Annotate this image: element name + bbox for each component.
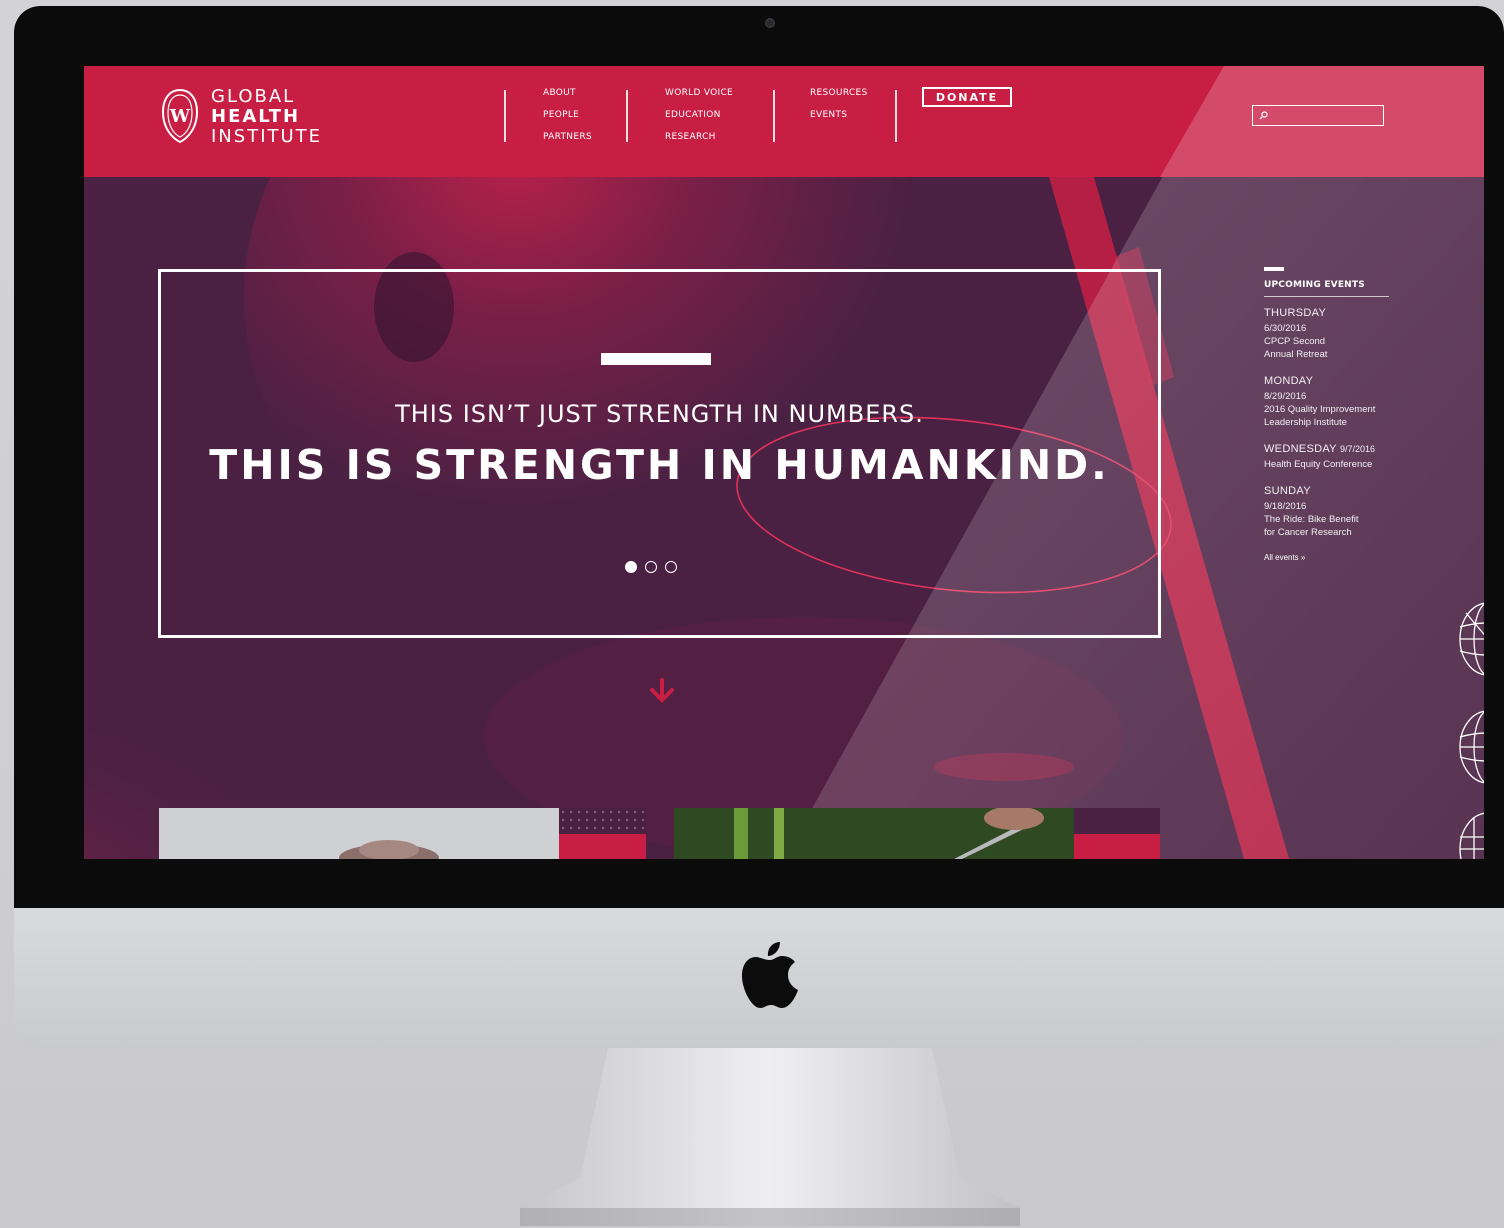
event-day: WEDNESDAY bbox=[1264, 443, 1337, 455]
feature-card-1[interactable] bbox=[159, 808, 646, 859]
event-day: MONDAY bbox=[1264, 375, 1314, 387]
event-item[interactable]: THURSDAY 6/30/2016 CPCP Second Annual Re… bbox=[1264, 307, 1389, 361]
carousel-dot-2[interactable] bbox=[645, 561, 657, 573]
all-events-link[interactable]: All events » bbox=[1264, 553, 1389, 562]
nav-partners[interactable]: PARTNERS bbox=[543, 132, 592, 142]
feature-card-image bbox=[159, 808, 646, 859]
feature-card-2[interactable] bbox=[674, 808, 1160, 859]
event-item[interactable]: MONDAY 8/29/2016 2016 Quality Improvemen… bbox=[1264, 375, 1389, 429]
nav-world-voice[interactable]: WORLD VOICE bbox=[665, 88, 733, 98]
event-title: Leadership Institute bbox=[1264, 417, 1347, 428]
event-title: The Ride: Bike Benefit bbox=[1264, 514, 1359, 525]
hero-headline: THIS IS STRENGTH IN HUMANKIND. bbox=[209, 441, 1110, 489]
event-title: Health Equity Conference bbox=[1264, 459, 1373, 470]
apple-logo-icon bbox=[742, 942, 798, 1008]
event-item[interactable]: WEDNESDAY 9/7/2016 Health Equity Confere… bbox=[1264, 443, 1389, 471]
nav-education[interactable]: EDUCATION bbox=[665, 110, 721, 120]
imac-stand bbox=[520, 1048, 1020, 1226]
event-day: THURSDAY bbox=[1264, 307, 1327, 319]
carousel-dot-3[interactable] bbox=[665, 561, 677, 573]
globe-icon bbox=[1459, 710, 1484, 784]
events-accent-bar bbox=[1264, 267, 1284, 271]
screen-glare bbox=[1160, 66, 1484, 177]
website-screen: THIS ISN’T JUST STRENGTH IN NUMBERS. THI… bbox=[84, 66, 1484, 859]
event-title: for Cancer Research bbox=[1264, 527, 1352, 538]
events-heading: UPCOMING EVENTS bbox=[1264, 280, 1389, 297]
upcoming-events: UPCOMING EVENTS THURSDAY 6/30/2016 CPCP … bbox=[1264, 267, 1389, 562]
logo-line: GLOBAL bbox=[211, 86, 296, 107]
event-date: 6/30/2016 bbox=[1264, 323, 1307, 334]
nav-divider bbox=[626, 90, 628, 142]
event-title: CPCP Second bbox=[1264, 336, 1326, 347]
event-day-line: WEDNESDAY 9/7/2016 bbox=[1264, 443, 1389, 456]
camera bbox=[765, 18, 775, 28]
hero-section: THIS ISN’T JUST STRENGTH IN NUMBERS. THI… bbox=[84, 177, 1484, 859]
carousel-dot-1[interactable] bbox=[625, 561, 637, 573]
globe-icon bbox=[1459, 602, 1484, 676]
donate-button[interactable]: DONATE bbox=[922, 87, 1012, 107]
event-date: 8/29/2016 bbox=[1264, 391, 1307, 402]
nav-research[interactable]: RESEARCH bbox=[665, 132, 716, 142]
nav-divider bbox=[895, 90, 897, 142]
nav-divider bbox=[504, 90, 506, 142]
nav-divider bbox=[773, 90, 775, 142]
crest-logo[interactable]: W bbox=[160, 86, 200, 146]
site-header: W GLOBAL HEALTH INSTITUTE ABOUT PEOPLE P… bbox=[84, 66, 1484, 177]
nav-people[interactable]: PEOPLE bbox=[543, 110, 579, 120]
carousel-dots bbox=[625, 561, 677, 573]
nav-resources[interactable]: RESOURCES bbox=[810, 88, 868, 98]
nav-about[interactable]: ABOUT bbox=[543, 88, 576, 98]
globe-icon bbox=[1459, 812, 1484, 859]
crest-letter: W bbox=[169, 106, 191, 127]
logo-line: HEALTH bbox=[211, 106, 301, 127]
event-item[interactable]: SUNDAY 9/18/2016 The Ride: Bike Benefit … bbox=[1264, 485, 1389, 539]
event-day: SUNDAY bbox=[1264, 485, 1311, 497]
hero-subheadline: THIS ISN’T JUST STRENGTH IN NUMBERS. bbox=[395, 400, 924, 428]
imac-bezel: THIS ISN’T JUST STRENGTH IN NUMBERS. THI… bbox=[14, 6, 1504, 908]
event-title: Annual Retreat bbox=[1264, 349, 1328, 360]
event-date: 9/7/2016 bbox=[1339, 444, 1375, 454]
imac-device: THIS ISN’T JUST STRENGTH IN NUMBERS. THI… bbox=[14, 6, 1504, 1048]
site-logo[interactable]: GLOBAL HEALTH INSTITUTE bbox=[211, 87, 322, 147]
logo-line: INSTITUTE bbox=[211, 126, 323, 147]
event-date: 9/18/2016 bbox=[1264, 501, 1307, 512]
feature-card-image bbox=[674, 808, 1160, 859]
nav-events[interactable]: EVENTS bbox=[810, 110, 847, 120]
event-title: 2016 Quality Improvement bbox=[1264, 404, 1376, 415]
hero-accent-bar bbox=[601, 353, 711, 365]
arrow-down-icon[interactable] bbox=[647, 677, 677, 705]
